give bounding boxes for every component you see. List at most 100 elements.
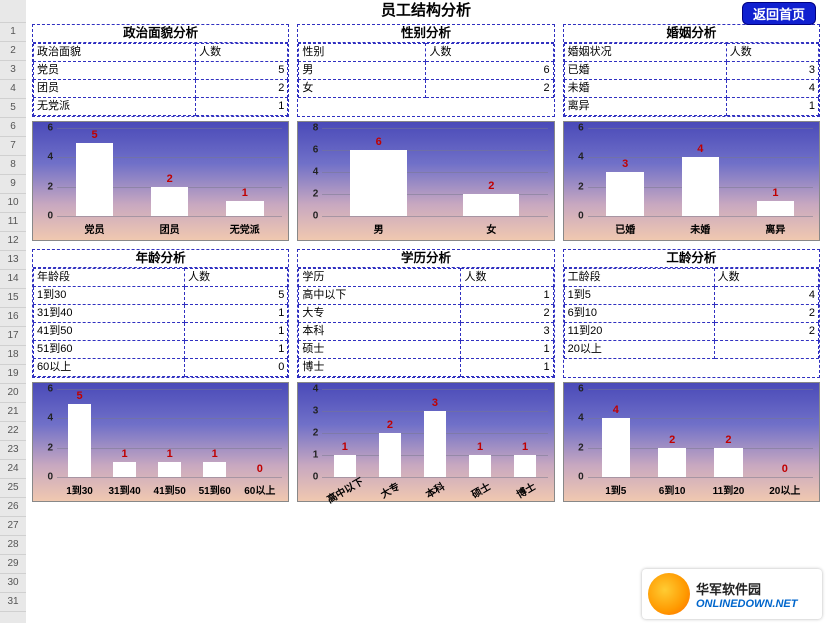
bars-group: 62: [322, 128, 547, 216]
y-tick: 2: [578, 181, 584, 192]
table-row: 女2: [299, 80, 553, 98]
y-tick: 0: [47, 472, 53, 483]
bar: [350, 150, 406, 216]
table-row: 博士1: [299, 359, 553, 377]
cell-value: 3: [461, 323, 553, 341]
col-header: 人数: [185, 269, 288, 287]
x-axis: 高中以下大专本科硕士博士: [322, 479, 547, 499]
row-number: 18: [0, 346, 26, 365]
col-header: 性别: [299, 44, 426, 62]
row-number: 30: [0, 574, 26, 593]
watermark-text-2: ONLINEDOWN.NET: [696, 598, 797, 610]
table-row: 高中以下1: [299, 287, 553, 305]
bar: [463, 194, 519, 216]
plot-area: 4220: [588, 389, 813, 477]
y-tick: 4: [313, 167, 319, 178]
cell-value: 1: [185, 323, 288, 341]
cell-key: 女: [299, 80, 426, 98]
y-tick: 0: [313, 472, 319, 483]
data-panel: 年龄分析年龄段人数1到30531到40141到50151到60160以上0: [32, 249, 289, 378]
bar-label: 1: [325, 441, 365, 453]
table-row: 20以上: [564, 341, 818, 359]
cell-key: 6到10: [564, 305, 714, 323]
panel-title: 政治面貌分析: [33, 25, 288, 43]
row-number: 23: [0, 441, 26, 460]
cell-value: 2: [461, 305, 553, 323]
x-tick: 6到10: [644, 482, 700, 497]
cell-value: 1: [461, 341, 553, 359]
row-number: 20: [0, 384, 26, 403]
data-table: 学历人数高中以下1大专2本科3硕士1博士1: [298, 268, 553, 377]
bar-label: 3: [605, 158, 645, 170]
x-tick: 女: [435, 221, 548, 236]
row-number: 4: [0, 80, 26, 99]
home-button[interactable]: 返回首页: [742, 2, 816, 25]
y-tick: 8: [313, 123, 319, 134]
table-row: 11到202: [564, 323, 818, 341]
bar-label: 4: [596, 404, 636, 416]
gridline: [57, 216, 282, 217]
bar: [379, 433, 402, 477]
x-tick: 11到20: [700, 482, 756, 497]
y-tick: 6: [47, 384, 53, 395]
bar-label: 5: [75, 129, 115, 141]
y-tick: 0: [313, 211, 319, 222]
panel-title: 工龄分析: [564, 250, 819, 268]
bar: [682, 157, 720, 216]
cell-key: 无党派: [34, 98, 196, 116]
bar: [151, 187, 189, 216]
row-number: 24: [0, 460, 26, 479]
y-tick: 2: [47, 442, 53, 453]
y-tick: 2: [47, 181, 53, 192]
bar-label: 5: [60, 390, 100, 402]
cell-value: 1: [185, 341, 288, 359]
bar-chart: 0123412311高中以下大专本科硕士博士: [297, 382, 554, 502]
row-number: 17: [0, 327, 26, 346]
cell-key: 大专: [299, 305, 461, 323]
cell-key: 高中以下: [299, 287, 461, 305]
bar: [334, 455, 357, 477]
row-number: 14: [0, 270, 26, 289]
cell-key: 党员: [34, 62, 196, 80]
row-number: 15: [0, 289, 26, 308]
sheet-content: 员工结构分析 返回首页 政治面貌分析政治面貌人数党员5团员2无党派1性别分析性别…: [26, 0, 826, 623]
row-number: 7: [0, 137, 26, 156]
x-tick: 51到60: [192, 482, 237, 497]
table-row: 60以上0: [34, 359, 288, 377]
cell-value: 5: [185, 287, 288, 305]
y-axis: 0246: [564, 389, 586, 477]
data-panel: 性别分析性别人数男6女2: [297, 24, 554, 117]
bar-label: 2: [150, 173, 190, 185]
y-tick: 6: [47, 123, 53, 134]
bar-label: 0: [240, 463, 280, 475]
row-number: 5: [0, 99, 26, 118]
bar: [158, 462, 181, 477]
cell-value: 4: [726, 80, 818, 98]
cell-key: 男: [299, 62, 426, 80]
y-tick: 2: [578, 442, 584, 453]
x-tick: 31到40: [102, 482, 147, 497]
row-number: 28: [0, 536, 26, 555]
cell-value: 3: [726, 62, 818, 80]
row-number: 19: [0, 365, 26, 384]
bar: [76, 143, 114, 216]
x-tick: 未婚: [663, 221, 738, 236]
row-number: 11: [0, 213, 26, 232]
watermark-logo-icon: [648, 573, 690, 615]
x-tick: 1到30: [57, 482, 102, 497]
y-axis: 02468: [298, 128, 320, 216]
y-tick: 4: [578, 152, 584, 163]
cell-value: 4: [714, 287, 818, 305]
y-tick: 4: [313, 384, 319, 395]
data-panel: 工龄分析工龄段人数1到546到10211到20220以上: [563, 249, 820, 378]
bar: [714, 448, 742, 477]
row-number: 8: [0, 156, 26, 175]
table-row: 1到305: [34, 287, 288, 305]
page-title: 员工结构分析: [381, 2, 471, 19]
grid-area: 政治面貌分析政治面貌人数党员5团员2无党派1性别分析性别人数男6女2婚姻分析婚姻…: [26, 22, 826, 502]
plot-area: 12311: [322, 389, 547, 477]
cell-key: 本科: [299, 323, 461, 341]
y-tick: 0: [578, 211, 584, 222]
bar: [203, 462, 226, 477]
row-number: 12: [0, 232, 26, 251]
